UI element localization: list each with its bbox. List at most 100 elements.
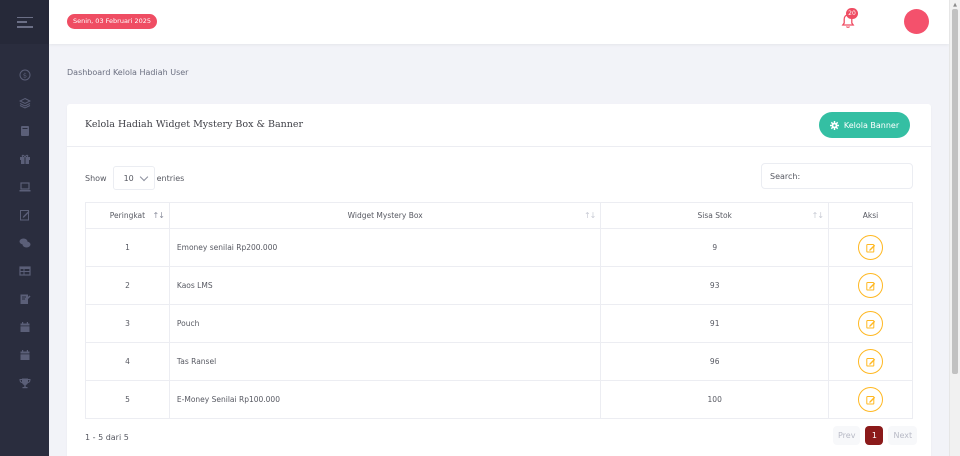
table-body: 1 Emoney senilai Rp200.000 9 2 Kaos LMS 93 3 Po… <box>85 228 913 419</box>
cell-widget-name: Pouch <box>168 304 602 343</box>
sidebar-item-chat[interactable] <box>0 229 49 257</box>
edit-button[interactable] <box>858 387 884 412</box>
sidebar-item-trophy[interactable] <box>0 369 49 397</box>
edit-button[interactable] <box>858 311 884 336</box>
table-row: 2 Kaos LMS 93 <box>85 266 913 305</box>
top-header: Senin, 03 Februari 2025 20 <box>49 0 949 44</box>
sidebar-item-edit-note[interactable] <box>0 201 49 229</box>
cell-rank: 4 <box>85 342 170 381</box>
cell-widget-name: E-Money Senilai Rp100.000 <box>168 380 602 419</box>
sidebar-item-checklist[interactable] <box>0 285 49 313</box>
cell-action <box>828 266 913 305</box>
entries-control: Show 10 entries <box>85 166 184 190</box>
main-card: Kelola Hadiah Widget Mystery Box & Banne… <box>67 104 931 456</box>
sidebar-item-calendar-1[interactable] <box>0 313 49 341</box>
edit-icon <box>865 395 875 404</box>
entries-select[interactable]: 10 <box>112 166 155 190</box>
edit-icon <box>865 319 875 328</box>
svg-text:$: $ <box>22 71 26 79</box>
cell-widget-name: Kaos LMS <box>168 266 602 305</box>
book-icon <box>20 126 29 136</box>
next-button[interactable]: Next <box>888 426 918 445</box>
sidebar-item-laptop[interactable] <box>0 173 49 201</box>
hamburger-icon <box>16 16 33 28</box>
kelola-banner-label: Kelola Banner <box>843 120 900 130</box>
kelola-banner-button[interactable]: Kelola Banner <box>819 112 910 138</box>
column-header-peringkat[interactable]: Peringkat ↑↓ <box>85 202 170 229</box>
dollar-icon: $ <box>19 69 30 81</box>
table-row: 4 Tas Ransel 96 <box>85 342 913 381</box>
table-row: 1 Emoney senilai Rp200.000 9 <box>85 228 913 267</box>
trophy-icon <box>18 378 31 389</box>
notification-badge: 20 <box>846 8 858 19</box>
table-icon <box>18 266 31 276</box>
sidebar-toggle[interactable] <box>0 0 49 44</box>
entries-select-value: 10 <box>123 173 134 183</box>
table-header-row: Peringkat ↑↓ Widget Mystery Box ↑↓ Sisa St… <box>85 202 913 229</box>
page-scrollbar[interactable]: ▲ <box>949 0 960 456</box>
pagination: Prev 1 Next <box>833 426 918 445</box>
layers-icon <box>18 97 31 109</box>
cell-action <box>828 342 913 381</box>
cell-widget-name: Emoney senilai Rp200.000 <box>168 228 602 267</box>
page-button-current[interactable]: 1 <box>865 426 884 445</box>
edit-icon <box>865 281 875 290</box>
card-header: Kelola Hadiah Widget Mystery Box & Banne… <box>67 104 931 147</box>
scrollbar-thumb[interactable] <box>952 9 958 374</box>
checklist-icon <box>20 294 31 304</box>
edit-button[interactable] <box>858 235 884 260</box>
chevron-down-icon <box>139 172 148 181</box>
cell-action <box>828 304 913 343</box>
cell-rank: 5 <box>85 380 170 419</box>
sidebar-nav: $ <box>0 61 49 397</box>
edit-icon <box>865 243 875 252</box>
date-badge: Senin, 03 Februari 2025 <box>67 14 158 29</box>
cell-action <box>828 380 913 419</box>
column-header-sisa-stok[interactable]: Sisa Stok ↑↓ <box>600 202 830 229</box>
cell-stock: 100 <box>600 380 830 419</box>
sidebar: $ <box>0 0 49 456</box>
cell-stock: 96 <box>600 342 830 381</box>
cell-stock: 93 <box>600 266 830 305</box>
edit-button[interactable] <box>858 349 884 374</box>
prev-button[interactable]: Prev <box>833 426 861 445</box>
sort-icon: ↑↓ <box>811 211 824 220</box>
page-title: Kelola Hadiah Widget Mystery Box & Banne… <box>85 119 304 130</box>
sidebar-item-book[interactable] <box>0 117 49 145</box>
sort-icon: ↑↓ <box>583 211 596 220</box>
cell-rank: 3 <box>85 304 170 343</box>
cell-stock: 91 <box>600 304 830 343</box>
column-header-widget[interactable]: Widget Mystery Box ↑↓ <box>168 202 602 229</box>
cell-action <box>828 228 913 267</box>
edit-note-icon <box>19 210 29 221</box>
sort-icon: ↑↓ <box>152 211 165 220</box>
table-row: 5 E-Money Senilai Rp100.000 100 <box>85 380 913 419</box>
entries-label: entries <box>156 173 185 183</box>
table-row: 3 Pouch 91 <box>85 304 913 343</box>
sidebar-item-table[interactable] <box>0 257 49 285</box>
gift-icon <box>19 154 30 164</box>
calendar-icon <box>20 322 29 332</box>
show-label: Show <box>85 173 107 183</box>
calendar-icon <box>20 350 29 360</box>
scroll-up-arrow-icon[interactable]: ▲ <box>950 0 960 9</box>
mystery-box-table: Peringkat ↑↓ Widget Mystery Box ↑↓ Sisa St… <box>85 202 913 419</box>
column-header-aksi: Aksi <box>828 202 913 229</box>
sidebar-item-calendar-2[interactable] <box>0 341 49 369</box>
pagination-info: 1 - 5 dari 5 <box>85 433 129 442</box>
cell-widget-name: Tas Ransel <box>168 342 602 381</box>
breadcrumb: Dashboard Kelola Hadiah User <box>67 68 189 77</box>
cell-rank: 1 <box>85 228 170 267</box>
edit-button[interactable] <box>858 273 884 298</box>
gear-icon <box>829 120 839 130</box>
sidebar-item-layers[interactable] <box>0 89 49 117</box>
cell-rank: 2 <box>85 266 170 305</box>
laptop-icon <box>19 182 30 192</box>
user-avatar[interactable] <box>904 9 929 34</box>
sidebar-item-dollar[interactable]: $ <box>0 61 49 89</box>
chat-icon <box>19 238 30 248</box>
edit-icon <box>865 357 875 366</box>
cell-stock: 9 <box>600 228 830 267</box>
search-input[interactable] <box>761 163 913 189</box>
sidebar-item-gift[interactable] <box>0 145 49 173</box>
